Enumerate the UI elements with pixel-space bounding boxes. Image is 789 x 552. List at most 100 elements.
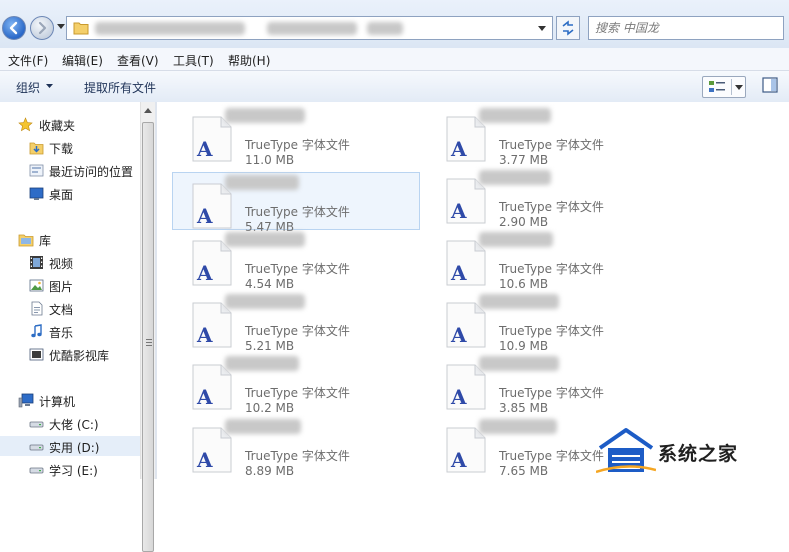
file-tile[interactable]: A TrueType 字体文件 3.77 MB [427, 106, 675, 167]
navigation-pane: 收藏夹 下载 最近访问的位置 桌面 库 视频 图片 文档 音乐 优酷影视库 计算… [0, 102, 140, 479]
organize-button[interactable]: 组织 [16, 79, 40, 96]
file-size: 10.2 MB [245, 401, 295, 415]
truetype-font-file-icon: A [446, 178, 486, 224]
menu-bar: 文件(F) 编辑(E) 查看(V) 工具(T) 帮助(H) [0, 48, 789, 71]
change-view-button[interactable] [702, 76, 746, 98]
truetype-font-file-icon: A [446, 364, 486, 410]
file-tile[interactable]: A TrueType 字体文件 10.2 MB [173, 354, 421, 415]
nav-libraries[interactable]: 库 [0, 229, 140, 249]
truetype-font-file-icon: A [446, 116, 486, 162]
nav-item-downloads[interactable]: 下载 [0, 137, 140, 157]
watermark-logo: 系统之家 [596, 424, 789, 479]
arrow-left-icon [9, 21, 18, 35]
blurred-file-name [225, 294, 305, 309]
hard-drive-icon [29, 421, 44, 428]
address-bar [0, 0, 789, 48]
blurred-file-name [225, 356, 299, 371]
file-tile[interactable]: A TrueType 字体文件 3.85 MB [427, 354, 675, 415]
address-path-field[interactable] [66, 16, 553, 40]
nav-computer[interactable]: 计算机 [0, 390, 140, 410]
search-box[interactable] [588, 16, 784, 40]
truetype-font-file-icon: A [446, 302, 486, 348]
nav-item-label: 桌面 [49, 188, 74, 202]
chevron-down-icon[interactable] [538, 26, 546, 32]
nav-item-youku-library[interactable]: 优酷影视库 [0, 344, 140, 364]
truetype-font-file-icon: A [192, 183, 232, 229]
blurred-file-name [479, 232, 553, 247]
back-button[interactable] [2, 16, 26, 40]
recent-pages-chevron-icon[interactable] [57, 24, 65, 30]
file-type: TrueType 字体文件 [245, 449, 350, 463]
nav-item-label: 大佬 (C:) [49, 418, 99, 432]
nav-item-pictures[interactable]: 图片 [0, 275, 140, 295]
file-type: TrueType 字体文件 [245, 386, 350, 400]
file-type: TrueType 字体文件 [245, 262, 350, 276]
blurred-path [367, 22, 403, 35]
hard-drive-icon [29, 444, 44, 451]
blurred-file-name [479, 356, 559, 371]
file-tile[interactable]: A TrueType 字体文件 5.47 MB [172, 172, 420, 234]
nav-item-recent-places[interactable]: 最近访问的位置 [0, 160, 140, 180]
refresh-button[interactable] [556, 16, 580, 40]
file-tile[interactable]: A TrueType 字体文件 10.6 MB [427, 230, 675, 291]
blurred-file-name [225, 232, 305, 247]
menu-help[interactable]: 帮助(H) [228, 52, 270, 69]
file-tile[interactable]: A TrueType 字体文件 5.21 MB [173, 292, 421, 353]
star-icon [18, 117, 33, 132]
truetype-font-file-icon: A [192, 240, 232, 286]
file-size: 8.89 MB [245, 464, 295, 478]
truetype-font-file-icon: A [192, 364, 232, 410]
blurred-file-name [225, 175, 299, 190]
file-type: TrueType 字体文件 [499, 386, 604, 400]
file-tile[interactable]: A TrueType 字体文件 4.54 MB [173, 230, 421, 291]
nav-item-music[interactable]: 音乐 [0, 321, 140, 341]
video-library-icon [29, 348, 44, 361]
scrollbar-thumb[interactable] [142, 122, 154, 552]
nav-item-label: 优酷影视库 [49, 349, 110, 363]
forward-button[interactable] [30, 16, 54, 40]
font-letter: A [196, 323, 213, 347]
menu-edit[interactable]: 编辑(E) [62, 52, 103, 69]
extract-all-button[interactable]: 提取所有文件 [84, 79, 156, 96]
scroll-up-arrow-icon[interactable] [144, 108, 152, 114]
menu-file[interactable]: 文件(F) [8, 52, 48, 69]
documents-icon [31, 301, 43, 316]
nav-item-desktop[interactable]: 桌面 [0, 183, 140, 203]
truetype-font-file-icon: A [192, 116, 232, 162]
font-letter: A [196, 448, 213, 472]
file-tile[interactable]: A TrueType 字体文件 11.0 MB [173, 106, 421, 167]
search-input[interactable] [595, 19, 775, 37]
chevron-down-icon[interactable] [735, 85, 743, 91]
truetype-font-file-icon: A [446, 427, 486, 473]
nav-computer-label: 计算机 [39, 395, 76, 409]
file-size: 7.65 MB [499, 464, 549, 478]
menu-view[interactable]: 查看(V) [117, 52, 159, 69]
blurred-path [267, 22, 357, 35]
font-letter: A [450, 261, 467, 285]
nav-item-videos[interactable]: 视频 [0, 252, 140, 272]
nav-pane-scrollbar[interactable] [140, 102, 155, 552]
font-letter: A [196, 137, 213, 161]
nav-item-documents[interactable]: 文档 [0, 298, 140, 318]
preview-pane-icon[interactable] [762, 77, 778, 93]
menu-tools[interactable]: 工具(T) [173, 52, 214, 69]
nav-item-label: 学习 (E:) [49, 464, 98, 478]
arrow-right-icon [38, 21, 47, 35]
file-list: A TrueType 字体文件 11.0 MB A TrueType 字体文件 … [157, 102, 789, 479]
font-letter: A [450, 199, 467, 223]
nav-favorites[interactable]: 收藏夹 [0, 114, 140, 134]
file-type: TrueType 字体文件 [499, 449, 604, 463]
file-size: 2.90 MB [499, 215, 549, 229]
file-tile[interactable]: A TrueType 字体文件 2.90 MB [427, 168, 675, 229]
truetype-font-file-icon: A [192, 302, 232, 348]
file-tile[interactable]: A TrueType 字体文件 10.9 MB [427, 292, 675, 353]
nav-drive-c[interactable]: 大佬 (C:) [0, 413, 140, 433]
chevron-down-icon[interactable] [46, 84, 53, 89]
nav-drive-d[interactable]: 实用 (D:) [0, 436, 140, 456]
nav-drive-e[interactable]: 学习 (E:) [0, 459, 140, 479]
scroll-grip-icon [146, 339, 152, 346]
font-letter: A [450, 137, 467, 161]
blurred-file-name [479, 419, 557, 434]
file-tile[interactable]: A TrueType 字体文件 8.89 MB [173, 417, 421, 478]
refresh-icon [562, 20, 574, 36]
